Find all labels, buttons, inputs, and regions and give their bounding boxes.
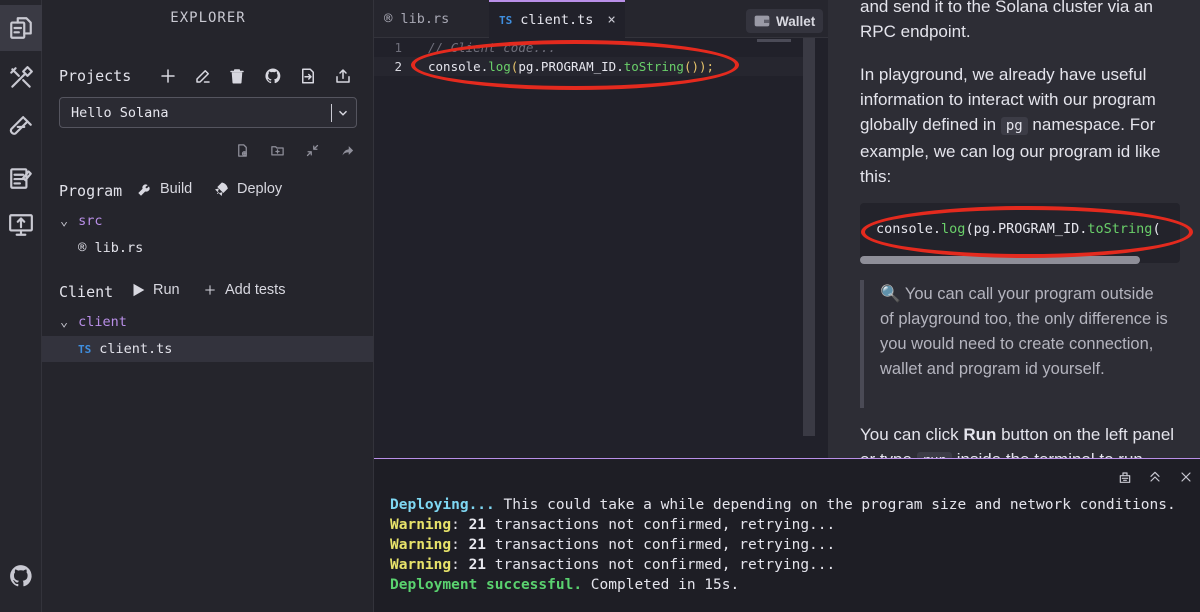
wrench-icon (138, 184, 150, 196)
rust-icon: ® (78, 240, 87, 256)
add-tests-label: Add tests (225, 282, 286, 298)
file-lib-rs-label: lib.rs (94, 240, 144, 256)
client-label: Client (59, 283, 114, 301)
program-label: Program (59, 182, 123, 200)
code-statement: console.log(pg.PROGRAM_ID.toString()); (428, 59, 715, 74)
tab-client-ts-label: client.ts (520, 12, 594, 28)
explorer-title: EXPLORER (170, 10, 246, 26)
activity-bar (0, 0, 42, 612)
terminal-line: Warning: 21 transactions not confirmed, … (390, 517, 836, 533)
docs-code-line: console.log(pg.PROGRAM_ID.toString( (876, 221, 1161, 237)
minimap[interactable] (757, 39, 791, 42)
chevron-down-icon: ⌄ (60, 213, 69, 229)
rocket-icon (215, 182, 228, 196)
plus-icon (205, 285, 215, 295)
share-icon[interactable] (336, 139, 358, 161)
wallet-icon (754, 15, 770, 27)
programs-monitor-icon[interactable] (0, 202, 42, 248)
new-folder-icon[interactable] (266, 139, 288, 161)
chevron-down-icon: ⌄ (60, 314, 69, 330)
tutorial-panel: and send it to the Solana cluster via an… (828, 0, 1200, 458)
tip-text: 🔍 You can call your program outside of p… (880, 285, 1168, 378)
add-tests-button[interactable]: Add tests (202, 282, 285, 298)
terminal-panel[interactable]: Deploying... This could take a while dep… (374, 458, 1200, 612)
selected-project: Hello Solana (71, 105, 169, 121)
docs-paragraph-1: and send it to the Solana cluster via an… (860, 0, 1153, 41)
close-icon[interactable] (1178, 469, 1196, 487)
explorer-files-icon[interactable] (0, 5, 42, 51)
tab-client-ts[interactable]: TS client.ts × (489, 0, 625, 38)
inline-code: pg (1000, 117, 1028, 135)
file-lib-rs[interactable]: ® lib.rs (42, 235, 373, 261)
rust-icon: ® (384, 11, 393, 27)
editor-tabs: ® lib.rs TS client.ts × Wallet (374, 0, 828, 38)
file-client-ts-label: client.ts (99, 341, 173, 357)
code-comment: // Client code... (428, 40, 556, 55)
tab-lib-rs-label: lib.rs (400, 11, 450, 27)
wallet-button[interactable]: Wallet (746, 9, 824, 33)
folder-src[interactable]: ⌄ src (42, 208, 373, 234)
deploy-label: Deploy (237, 181, 283, 197)
collapse-icon[interactable] (301, 139, 323, 161)
run-label: Run (153, 282, 180, 298)
typescript-icon: TS (78, 342, 92, 356)
test-tube-icon[interactable] (0, 105, 42, 151)
folder-client-label: client (78, 314, 127, 330)
folder-client[interactable]: ⌄ client (42, 309, 373, 335)
tip-blockquote: 🔍 You can call your program outside of p… (860, 280, 1180, 408)
docs-paragraph-2: In playground, we already have useful in… (860, 65, 1161, 186)
chevron-down-icon (338, 110, 348, 116)
wallet-label: Wallet (776, 13, 816, 29)
terminal-line: Deployment successful. Completed in 15s. (390, 577, 740, 593)
clear-icon[interactable] (1117, 469, 1135, 487)
docs-paragraph-3: You can click Run button on the left pan… (860, 422, 1184, 458)
docs-code-block[interactable]: console.log(pg.PROGRAM_ID.toString( (860, 203, 1180, 263)
line-number: 1 (394, 40, 402, 55)
rename-icon[interactable] (192, 65, 214, 87)
editor-scrollbar[interactable] (803, 38, 815, 436)
file-client-ts[interactable]: TS client.ts (42, 336, 373, 362)
play-icon (133, 283, 145, 297)
tutorials-icon[interactable] (0, 155, 42, 201)
build-button[interactable]: Build (137, 181, 192, 197)
terminal-line: Warning: 21 transactions not confirmed, … (390, 537, 836, 553)
deploy-button[interactable]: Deploy (214, 181, 282, 197)
code-block-scrollbar[interactable] (860, 256, 1140, 264)
maximize-icon[interactable] (1147, 469, 1165, 487)
code-line-1[interactable]: 1 // Client code... (374, 38, 814, 57)
add-project-icon[interactable] (157, 65, 179, 87)
run-button[interactable]: Run (130, 282, 180, 298)
terminal-line: Warning: 21 transactions not confirmed, … (390, 557, 836, 573)
terminal-line: Deploying... This could take a while dep… (390, 497, 1176, 513)
typescript-icon: TS (499, 13, 513, 27)
export-icon[interactable] (332, 65, 354, 87)
line-number: 2 (394, 59, 402, 74)
delete-icon[interactable] (226, 65, 248, 87)
import-icon[interactable] (297, 65, 319, 87)
explorer-panel: EXPLORER Projects Hello Solana Program B… (42, 0, 374, 612)
github-export-icon[interactable] (262, 65, 284, 87)
project-select[interactable]: Hello Solana (59, 97, 357, 128)
code-editor: ® lib.rs TS client.ts × Wallet 1 // Clie… (374, 0, 828, 458)
projects-label: Projects (59, 67, 132, 85)
build-tools-icon[interactable] (0, 55, 42, 101)
github-icon[interactable] (0, 553, 42, 599)
code-line-2[interactable]: 2 console.log(pg.PROGRAM_ID.toString()); (374, 57, 814, 76)
build-label: Build (160, 181, 193, 197)
new-file-icon[interactable] (231, 139, 253, 161)
tab-lib-rs[interactable]: ® lib.rs (374, 0, 484, 38)
select-separator (331, 104, 332, 122)
close-tab-icon[interactable]: × (607, 12, 615, 28)
folder-src-label: src (78, 213, 103, 229)
